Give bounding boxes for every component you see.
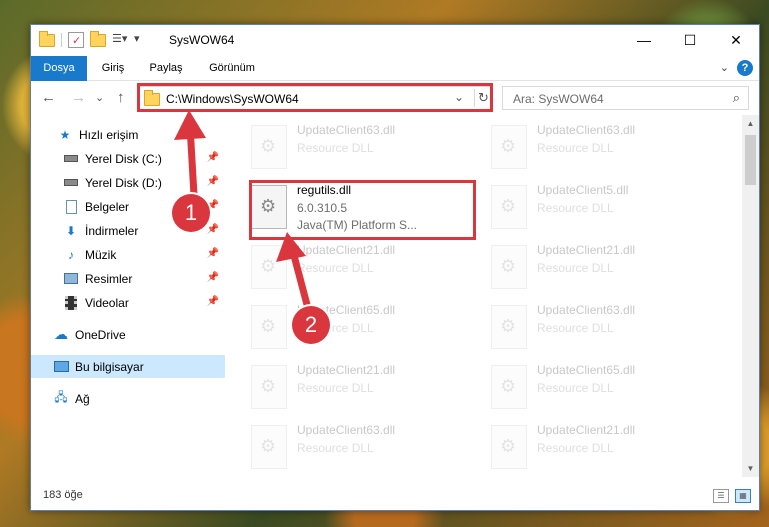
step-2-badge: 2 bbox=[292, 306, 330, 344]
step-1-badge: 1 bbox=[172, 194, 210, 232]
annotation-arrows bbox=[174, 110, 314, 317]
arrow-2-head bbox=[276, 232, 306, 262]
arrow-1-head bbox=[174, 110, 206, 140]
